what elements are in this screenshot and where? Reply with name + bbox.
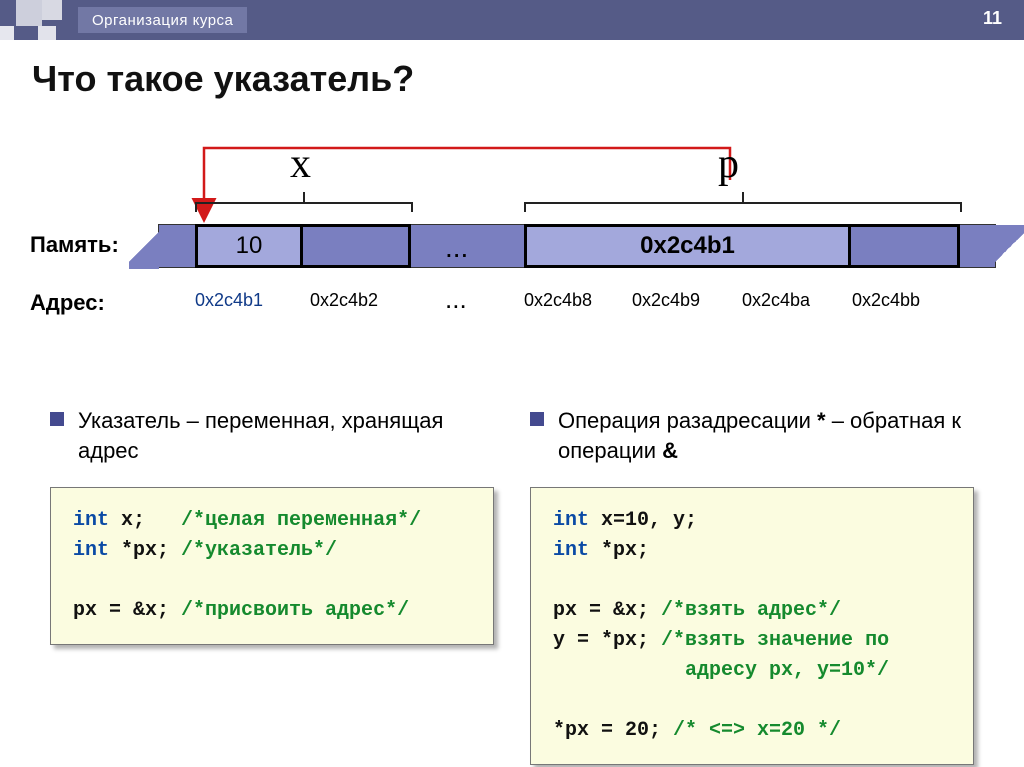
addr-3: 0x2c4b9: [632, 290, 700, 311]
left-bullet-text: Указатель – переменная, хранящая адрес: [78, 406, 494, 465]
right-bullet-text: Операция разадресации * – обратная к опе…: [558, 406, 974, 465]
slide-header: Организация курса 11: [0, 0, 1024, 40]
header-decoration: [0, 0, 70, 40]
memory-cell-p2: [851, 224, 960, 268]
left-column: Указатель – переменная, хранящая адрес i…: [50, 406, 494, 765]
addr-0: 0x2c4b1: [195, 290, 263, 311]
right-code: int x=10, y; int *px; px = &x; /*взять а…: [530, 487, 974, 765]
memory-cell-x: 10: [195, 224, 303, 268]
bullet-icon: [50, 412, 64, 426]
ellipsis-addr: ...: [445, 284, 467, 315]
brace-x: [195, 202, 413, 220]
bullet-icon: [530, 412, 544, 426]
content-columns: Указатель – переменная, хранящая адрес i…: [0, 406, 1024, 765]
addr-4: 0x2c4ba: [742, 290, 810, 311]
memory-row-label: Память:: [30, 232, 119, 258]
memory-cell-x2: [303, 224, 411, 268]
variable-x-label: x: [290, 140, 311, 188]
variable-p-label: p: [718, 140, 739, 188]
right-column: Операция разадресации * – обратная к опе…: [530, 406, 974, 765]
addr-1: 0x2c4b2: [310, 290, 378, 311]
left-code: int x; /*целая переменная*/ int *px; /*у…: [50, 487, 494, 645]
memory-cell-p: 0x2c4b1: [524, 224, 851, 268]
brace-p: [524, 202, 962, 220]
page-number: 11: [983, 8, 1002, 29]
left-bullet: Указатель – переменная, хранящая адрес: [50, 406, 494, 465]
page-title: Что такое указатель?: [32, 58, 1024, 100]
address-row-label: Адрес:: [30, 290, 105, 316]
memory-diagram: x p Память: 10 ... 0x2c4b1 Адрес: 0x2c4b…: [0, 140, 1024, 400]
ellipsis-mem: ...: [445, 232, 468, 264]
addr-2: 0x2c4b8: [524, 290, 592, 311]
addr-5: 0x2c4bb: [852, 290, 920, 311]
breadcrumb: Организация курса: [78, 7, 247, 33]
right-bullet: Операция разадресации * – обратная к опе…: [530, 406, 974, 465]
